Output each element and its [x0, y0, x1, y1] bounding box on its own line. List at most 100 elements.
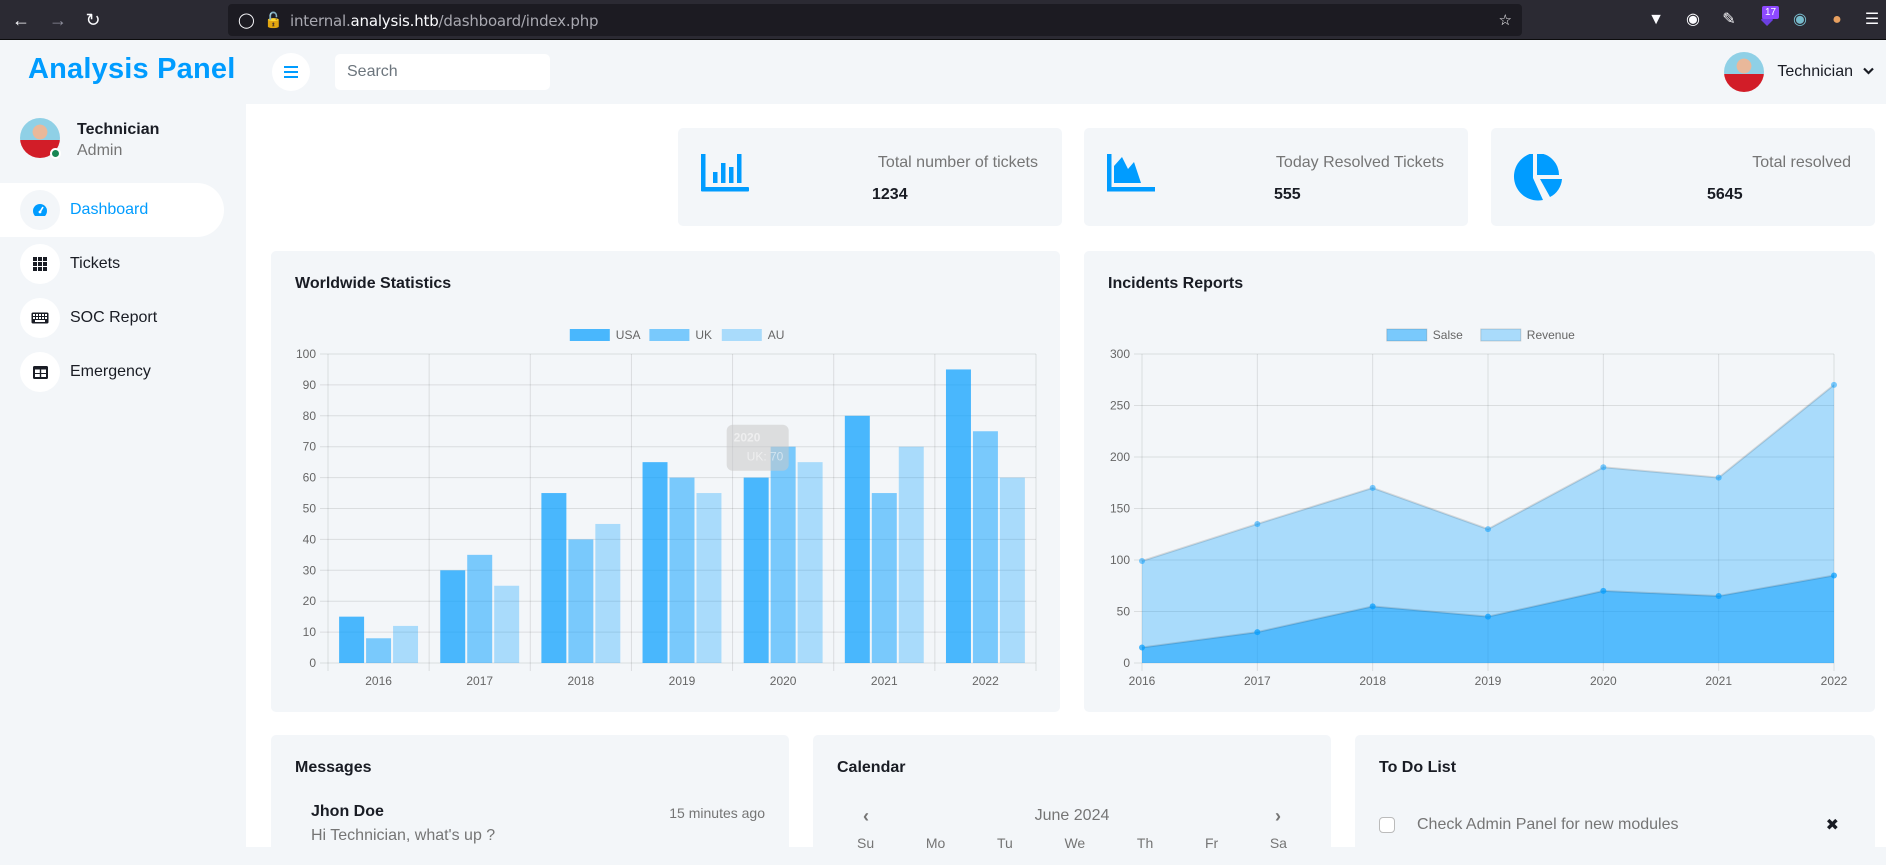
reload-icon[interactable]: ↻: [82, 9, 104, 31]
panel-title: Messages: [295, 759, 372, 776]
point-revenue: [1139, 558, 1145, 565]
bar-au: [999, 477, 1025, 663]
bar-uk: [770, 446, 796, 663]
url-bar[interactable]: ◯ 🔓 internal.analysis.htb/dashboard/inde…: [228, 4, 1522, 36]
point-revenue: [1485, 526, 1491, 533]
sidebar-item-soc-report[interactable]: SOC Report: [0, 291, 224, 345]
url-domain: analysis.htb: [350, 12, 439, 30]
sidebar-item-tickets[interactable]: Tickets: [0, 237, 224, 291]
sidebar-toggle-button[interactable]: [272, 53, 310, 91]
pocket-icon[interactable]: ▼: [1646, 10, 1666, 30]
x-tick-label: 2020: [1590, 674, 1617, 688]
bar-usa: [945, 369, 971, 663]
close-icon[interactable]: ✖: [1826, 815, 1839, 835]
extension-goggles-icon[interactable]: ◉: [1790, 10, 1810, 30]
url-text[interactable]: internal.analysis.htb/dashboard/index.ph…: [290, 12, 599, 30]
messages-panel: Messages Jhon Doe 15 minutes ago Hi Tech…: [271, 735, 789, 865]
legend-label: AU: [768, 328, 785, 342]
bar-usa: [339, 616, 365, 663]
legend-swatch: [1480, 328, 1522, 342]
x-tick-label: 2016: [1129, 674, 1156, 688]
calendar-panel: Calendar June 2024 ‹ › Su Mo Tu We Th Fr…: [813, 735, 1331, 865]
point-revenue: [1254, 520, 1261, 527]
sidebar-item-emergency[interactable]: Emergency: [0, 345, 224, 399]
todo-text: Check Admin Panel for new modules: [1417, 816, 1679, 833]
tooltip-label: UK: 70: [747, 450, 784, 464]
x-tick-label: 2018: [568, 674, 595, 688]
y-tick-label: 40: [303, 532, 317, 546]
extensions-icon[interactable]: ✎: [1719, 10, 1739, 30]
shield-icon[interactable]: ◯: [238, 11, 255, 29]
bar-uk: [366, 638, 392, 663]
sidebar-item-label: Dashboard: [70, 201, 149, 218]
bookmark-star-icon[interactable]: ☆: [1499, 11, 1512, 29]
url-prefix: internal.: [290, 12, 351, 30]
chevron-down-icon: [1863, 66, 1874, 78]
point-salse: [1369, 603, 1376, 610]
stat-label: Total number of tickets: [877, 154, 1038, 171]
message-sender: Jhon Doe: [311, 803, 384, 820]
point-salse: [1139, 644, 1145, 651]
user-menu[interactable]: Technician: [1724, 52, 1886, 92]
bar-au: [898, 446, 924, 663]
sidebar-item-label: Tickets: [70, 255, 121, 272]
tachometer-icon: [20, 190, 60, 230]
x-tick-label: 2022: [972, 674, 999, 688]
sidebar-item-label: Emergency: [70, 363, 151, 380]
y-tick-label: 300: [1110, 347, 1130, 361]
todo-checkbox[interactable]: [1379, 817, 1395, 833]
grid-icon: [20, 244, 60, 284]
x-tick-label: 2016: [365, 674, 392, 688]
extension-fox-icon[interactable]: ●: [1827, 10, 1847, 30]
topbar: Technician: [246, 40, 1886, 104]
bar-au: [393, 625, 419, 663]
tooltip-title: 2020: [734, 431, 761, 445]
y-tick-label: 80: [303, 409, 317, 423]
chevron-left-icon[interactable]: ‹: [863, 806, 869, 827]
legend-swatch: [649, 329, 690, 341]
incidents-reports-panel: Incidents Reports 0 50 100 150 200 250 300 2016…: [1084, 251, 1875, 712]
worldwide-bar-chart: 0 10 20 30 40 50 60 70 80 90 100 2016 2017 2018 2019 20…: [296, 328, 1037, 688]
weekday-label: We: [1064, 835, 1086, 851]
legend-label: USA: [616, 328, 641, 342]
point-revenue: [1715, 474, 1722, 481]
legend-swatch: [569, 329, 610, 341]
back-icon[interactable]: ←: [10, 9, 32, 31]
bar-usa: [541, 493, 567, 663]
hamburger-icon: [284, 66, 298, 78]
point-salse: [1485, 613, 1491, 620]
sidebar: Analysis Panel Technician Admin Dashboar…: [0, 40, 246, 847]
bar-au: [696, 493, 722, 663]
search-input[interactable]: [335, 54, 550, 90]
point-salse: [1715, 593, 1722, 600]
x-tick-label: 2019: [1475, 674, 1502, 688]
legend-swatch: [1386, 328, 1428, 342]
menu-hamburger-icon[interactable]: ☰: [1862, 10, 1882, 30]
stat-value: 5645: [1707, 186, 1743, 203]
profile-name: Technician: [77, 121, 160, 138]
sidebar-profile: Technician Admin: [20, 118, 159, 159]
chevron-right-icon[interactable]: ›: [1275, 806, 1281, 827]
account-icon[interactable]: ◉: [1683, 10, 1703, 30]
area-chart-icon: [1107, 154, 1155, 192]
sidebar-item-dashboard[interactable]: Dashboard: [0, 183, 224, 237]
insecure-lock-icon[interactable]: 🔓: [264, 11, 283, 29]
todo-item: Check Admin Panel for new modules ✖: [1379, 813, 1851, 837]
brand-logo[interactable]: Analysis Panel: [28, 53, 236, 86]
browser-toolbar: ← → ↻ ◯ 🔓 internal.analysis.htb/dashboar…: [0, 0, 1886, 40]
weekday-label: Tu: [996, 835, 1013, 851]
user-name: Technician: [1777, 63, 1853, 80]
x-tick-label: 2019: [669, 674, 696, 688]
bar-chart-icon: [701, 154, 749, 192]
todo-panel: To Do List Check Admin Panel for new mod…: [1355, 735, 1875, 865]
bar-uk: [972, 431, 998, 663]
point-salse: [1254, 629, 1261, 636]
legend-label: UK: [695, 328, 712, 342]
calendar-weekdays: Su Mo Tu We Th Fr Sa: [837, 835, 1307, 851]
bar-usa: [743, 477, 769, 663]
message-text: Hi Technician, what's up ?: [311, 827, 496, 844]
legend-label: Salse: [1433, 328, 1463, 342]
forward-icon[interactable]: →: [47, 9, 69, 31]
main-content: Total number of tickets 1234 Today Resol…: [246, 104, 1886, 865]
bar-usa: [844, 415, 870, 663]
